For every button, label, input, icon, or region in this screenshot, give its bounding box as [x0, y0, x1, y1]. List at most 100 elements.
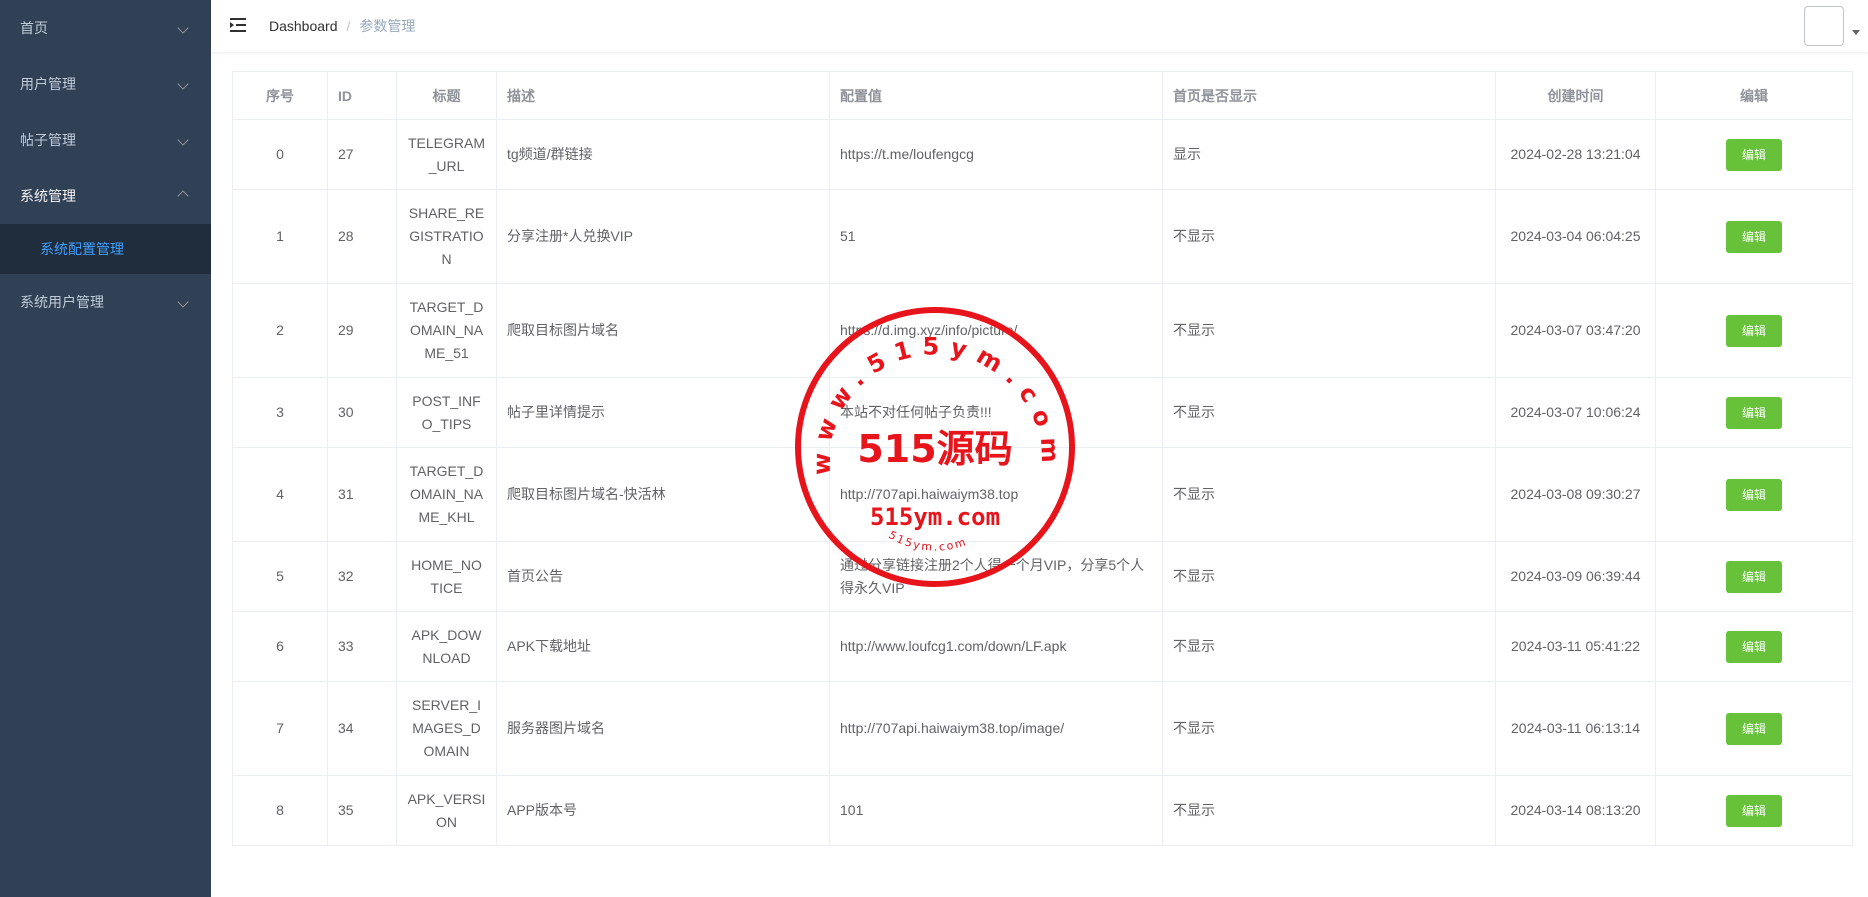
cell-value: 通过分享链接注册2个人得一个月VIP，分享5个人得永久VIP: [829, 541, 1163, 612]
cell-index: 7: [232, 681, 328, 776]
table-row: 4 31 TARGET_DOMAIN_NAME_KHL 爬取目标图片域名-快活林 htt…: [232, 447, 1853, 542]
table-row: 2 29 TARGET_DOMAIN_NAME_51 爬取目标图片域名 https://…: [232, 283, 1853, 378]
cell-index: 6: [232, 611, 328, 682]
cell-index: 2: [232, 283, 328, 378]
cell-id: 33: [327, 611, 397, 682]
cell-show-on-home: 不显示: [1162, 775, 1496, 846]
table-row: 3 30 POST_INFO_TIPS 帖子里详情提示 本站不对任何帖子负责!!! 不显示…: [232, 377, 1853, 448]
header-value: 配置值: [829, 71, 1163, 120]
avatar[interactable]: [1804, 6, 1844, 46]
cell-value: http://707api.haiwaiym38.top: [829, 447, 1163, 542]
edit-button[interactable]: 编辑: [1726, 630, 1782, 663]
cell-description: tg频道/群链接: [496, 119, 830, 190]
breadcrumb: Dashboard / 参数管理: [269, 0, 415, 52]
cell-created-time: 2024-03-08 09:30:27: [1495, 447, 1656, 542]
table-row: 1 28 SHARE_REGISTRATION 分享注册*人兑换VIP 51 不显示 202…: [232, 189, 1853, 284]
header-created-time: 创建时间: [1495, 71, 1656, 120]
cell-description: 首页公告: [496, 541, 830, 612]
cell-created-time: 2024-03-07 10:06:24: [1495, 377, 1656, 448]
cell-title: TELEGRAM_URL: [396, 119, 497, 190]
table-row: 8 35 APK_VERSION APP版本号 101 不显示 2024-03-14 08:…: [232, 775, 1853, 846]
chevron-down-icon: [177, 112, 189, 168]
menu-item-home[interactable]: 首页: [0, 0, 211, 56]
submenu-item-system-config[interactable]: 系统配置管理: [0, 224, 211, 274]
cell-edit: 编辑: [1655, 447, 1853, 542]
cell-index: 0: [232, 119, 328, 190]
menu-item-label: 用户管理: [20, 76, 76, 92]
cell-description: 服务器图片域名: [496, 681, 830, 776]
cell-edit: 编辑: [1655, 611, 1853, 682]
cell-edit: 编辑: [1655, 189, 1853, 284]
cell-edit: 编辑: [1655, 119, 1853, 190]
header-edit: 编辑: [1655, 71, 1853, 120]
cell-id: 32: [327, 541, 397, 612]
breadcrumb-home[interactable]: Dashboard: [269, 18, 338, 34]
cell-index: 1: [232, 189, 328, 284]
config-table-wrapper: 序号 ID 标题 描述 配置值 首页是否显示 创建时间 编辑 0 27 TELEGR…: [232, 71, 1853, 846]
cell-title: APK_VERSION: [396, 775, 497, 846]
cell-value: 101: [829, 775, 1163, 846]
cell-description: APP版本号: [496, 775, 830, 846]
table-row: 6 33 APK_DOWNLOAD APK下载地址 http://www.loufcg1…: [232, 611, 1853, 682]
menu-item-user-management[interactable]: 用户管理: [0, 56, 211, 112]
cell-edit: 编辑: [1655, 775, 1853, 846]
cell-title: TARGET_DOMAIN_NAME_KHL: [396, 447, 497, 542]
cell-index: 8: [232, 775, 328, 846]
cell-description: 爬取目标图片域名: [496, 283, 830, 378]
cell-value: http://707api.haiwaiym38.top/image/: [829, 681, 1163, 776]
edit-button[interactable]: 编辑: [1726, 478, 1782, 511]
cell-created-time: 2024-03-14 08:13:20: [1495, 775, 1656, 846]
cell-value: 本站不对任何帖子负责!!!: [829, 377, 1163, 448]
chevron-down-icon: [177, 0, 189, 56]
cell-show-on-home: 不显示: [1162, 681, 1496, 776]
config-table: 序号 ID 标题 描述 配置值 首页是否显示 创建时间 编辑 0 27 TELEGR…: [232, 71, 1853, 846]
menu-item-post-management[interactable]: 帖子管理: [0, 112, 211, 168]
cell-created-time: 2024-03-11 06:13:14: [1495, 681, 1656, 776]
cell-id: 29: [327, 283, 397, 378]
cell-show-on-home: 不显示: [1162, 447, 1496, 542]
cell-description: 帖子里详情提示: [496, 377, 830, 448]
edit-button[interactable]: 编辑: [1726, 560, 1782, 593]
cell-created-time: 2024-02-28 13:21:04: [1495, 119, 1656, 190]
cell-show-on-home: 不显示: [1162, 189, 1496, 284]
cell-created-time: 2024-03-04 06:04:25: [1495, 189, 1656, 284]
cell-created-time: 2024-03-09 06:39:44: [1495, 541, 1656, 612]
cell-index: 3: [232, 377, 328, 448]
cell-title: HOME_NOTICE: [396, 541, 497, 612]
cell-show-on-home: 不显示: [1162, 611, 1496, 682]
chevron-up-icon: [177, 168, 189, 224]
table-row: 7 34 SERVER_IMAGES_DOMAIN 服务器图片域名 http://707…: [232, 681, 1853, 776]
cell-id: 31: [327, 447, 397, 542]
chevron-down-icon: [177, 56, 189, 112]
cell-show-on-home: 不显示: [1162, 541, 1496, 612]
cell-edit: 编辑: [1655, 681, 1853, 776]
edit-button[interactable]: 编辑: [1726, 712, 1782, 745]
edit-button[interactable]: 编辑: [1726, 794, 1782, 827]
edit-button[interactable]: 编辑: [1726, 314, 1782, 347]
cell-title: TARGET_DOMAIN_NAME_51: [396, 283, 497, 378]
cell-index: 4: [232, 447, 328, 542]
submenu-system: 系统配置管理: [0, 224, 211, 274]
cell-show-on-home: 不显示: [1162, 283, 1496, 378]
edit-button[interactable]: 编辑: [1726, 396, 1782, 429]
edit-button[interactable]: 编辑: [1726, 220, 1782, 253]
cell-show-on-home: 显示: [1162, 119, 1496, 190]
cell-index: 5: [232, 541, 328, 612]
cell-edit: 编辑: [1655, 541, 1853, 612]
cell-id: 35: [327, 775, 397, 846]
cell-description: 爬取目标图片域名-快活林: [496, 447, 830, 542]
table-row: 0 27 TELEGRAM_URL tg频道/群链接 https://t.me/louf…: [232, 119, 1853, 190]
navbar: Dashboard / 参数管理: [211, 0, 1868, 52]
caret-down-icon[interactable]: [1852, 30, 1860, 35]
cell-id: 34: [327, 681, 397, 776]
cell-id: 27: [327, 119, 397, 190]
edit-button[interactable]: 编辑: [1726, 138, 1782, 171]
hamburger-icon[interactable]: [229, 16, 247, 34]
cell-description: 分享注册*人兑换VIP: [496, 189, 830, 284]
menu-item-system-management[interactable]: 系统管理: [0, 168, 211, 224]
cell-description: APK下载地址: [496, 611, 830, 682]
header-index: 序号: [232, 71, 328, 120]
table-header-row: 序号 ID 标题 描述 配置值 首页是否显示 创建时间 编辑: [232, 71, 1853, 120]
cell-value: 51: [829, 189, 1163, 284]
menu-item-system-user-management[interactable]: 系统用户管理: [0, 274, 211, 330]
